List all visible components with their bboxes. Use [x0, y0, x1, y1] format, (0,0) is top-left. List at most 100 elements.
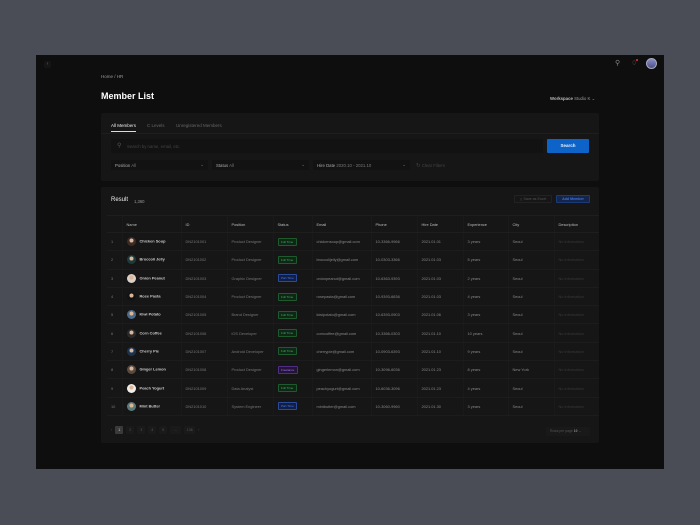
- cell-hire-date: 2021.01.06: [416, 305, 463, 325]
- cell-status: Part Time: [272, 269, 312, 288]
- table-row[interactable]: 7 Cherry Pie DN2101007 Android Developer Ful…: [107, 342, 599, 362]
- bell-icon[interactable]: ♢: [631, 59, 638, 67]
- cell-index: 10: [107, 397, 122, 416]
- cell-name: Kiwi Potato: [121, 305, 181, 325]
- avatar: [126, 237, 136, 247]
- save-as-excel-button[interactable]: △ Save as Excel: [514, 195, 552, 203]
- column-header-experience[interactable]: Experience: [462, 215, 508, 233]
- status-badge: Full Time: [277, 329, 297, 338]
- cell-email: onionpeanut@gmail.com: [311, 269, 371, 288]
- hire-date-select[interactable]: Hire Date 2020.10 - 2021.10 ⌄: [313, 160, 410, 170]
- page-button-1[interactable]: 1: [115, 426, 124, 434]
- column-header-email[interactable]: Email: [311, 215, 371, 233]
- cell-id: DN2101006: [180, 323, 227, 343]
- sidebar-toggle-button[interactable]: ›: [44, 61, 51, 68]
- table-row[interactable]: 10 Mint Butter DN2101010 System Engineer Par…: [107, 397, 599, 416]
- search-button[interactable]: Search: [547, 139, 589, 153]
- cell-phone: 10-3060-9960: [370, 397, 417, 416]
- cell-email: broccolijelly@gmail.com: [311, 250, 371, 270]
- clear-filters-button[interactable]: ↻ Clear Filters: [416, 163, 445, 169]
- breadcrumb-hr[interactable]: HR: [117, 74, 124, 79]
- member-name[interactable]: Mint Butter: [140, 403, 161, 408]
- result-card: Result 1,360 △ Save as Excel Add Member …: [101, 187, 599, 443]
- cell-position: Product Designer: [226, 232, 273, 252]
- member-name[interactable]: Kiwi Potato: [140, 312, 161, 317]
- breadcrumb-home[interactable]: Home: [101, 74, 113, 79]
- cell-id: DN2101010: [180, 397, 227, 416]
- member-name[interactable]: Cherry Pie: [140, 348, 159, 353]
- filter-card: All Members C Levels Unregistered Member…: [101, 113, 599, 181]
- column-header-name[interactable]: Name: [121, 215, 181, 233]
- table-row[interactable]: 6 Corn Coffee DN2101006 iOS Developer Full T…: [107, 323, 599, 343]
- cell-email: kiwipotato@gmail.com: [311, 305, 371, 325]
- cell-description: No information: [553, 232, 599, 252]
- save-as-excel-label: Save as Excel: [523, 197, 547, 201]
- column-header-hire-date[interactable]: Hire Date: [416, 215, 463, 233]
- page-button-ellipsis[interactable]: ...: [170, 426, 182, 434]
- status-badge: Full Time: [277, 255, 297, 264]
- member-name[interactable]: Ginger Lemon: [140, 367, 166, 372]
- workspace-selector[interactable]: Workspace Studio K ⌄: [550, 96, 595, 102]
- member-name[interactable]: Broccoli Jelly: [140, 257, 165, 262]
- column-header-status[interactable]: Status: [272, 215, 312, 233]
- cell-status: Part Time: [272, 397, 312, 416]
- add-member-button[interactable]: Add Member: [556, 195, 590, 203]
- member-name[interactable]: Peach Yogurt: [140, 385, 165, 390]
- position-select[interactable]: Position All ⌄: [111, 160, 208, 170]
- rows-per-page-select[interactable]: Rows per page 10 ⌄: [546, 427, 590, 436]
- cell-city: Seoul: [507, 287, 554, 307]
- table-row[interactable]: 8 Ginger Lemon DN2101008 Product Designer Fr…: [107, 360, 599, 380]
- column-header-description[interactable]: Description: [553, 215, 599, 233]
- cell-status: Full Time: [272, 232, 312, 252]
- avatar: [126, 383, 136, 393]
- cell-name: Cherry Pie: [121, 342, 181, 362]
- cell-phone: 10-6363-9393: [370, 269, 417, 288]
- status-badge: Freelance: [277, 365, 298, 374]
- cell-id: DN2101007: [180, 342, 227, 362]
- cell-experience: 9 years: [462, 342, 508, 362]
- cell-experience: 4 years: [462, 378, 508, 398]
- cell-index: 5: [107, 305, 122, 325]
- cell-id: DN2101004: [180, 287, 227, 307]
- member-name[interactable]: Chicken Soup: [140, 239, 166, 244]
- cell-hire-date: 2021.01.10: [416, 323, 463, 343]
- cell-name: Rose Pasta: [121, 287, 181, 307]
- cell-id: DN2101005: [180, 305, 227, 325]
- column-header-city[interactable]: City: [507, 215, 554, 233]
- cell-index: 4: [107, 287, 122, 307]
- column-header-position[interactable]: Position: [226, 215, 273, 233]
- search-input[interactable]: ⚲ Search by name, email, etc.: [111, 139, 543, 153]
- tab-c-levels[interactable]: C Levels: [147, 123, 165, 128]
- next-page-button[interactable]: ›: [198, 428, 199, 432]
- cell-email: rosepasta@gmail.com: [311, 287, 371, 307]
- cell-position: Product Designer: [226, 287, 273, 307]
- page-button-4[interactable]: 4: [148, 426, 157, 434]
- tab-all-members[interactable]: All Members: [111, 123, 137, 132]
- prev-page-button[interactable]: ‹: [111, 428, 112, 432]
- table-row[interactable]: 2 Broccoli Jelly DN2101002 Product Designer…: [107, 250, 599, 270]
- table-row[interactable]: 5 Kiwi Potato DN2101005 Brand Designer Full …: [107, 305, 599, 325]
- cell-position: Android Developer: [226, 342, 273, 362]
- search-icon[interactable]: ⚲: [615, 59, 620, 67]
- cell-phone: 10-0903-6393: [370, 342, 417, 362]
- page-button-3[interactable]: 3: [137, 426, 146, 434]
- cell-position: Data Analyst: [226, 378, 273, 398]
- page-button-5[interactable]: 5: [159, 426, 168, 434]
- table-row[interactable]: 9 Peach Yogurt DN2101009 Data Analyst Full T…: [107, 378, 599, 398]
- member-name[interactable]: Rose Pasta: [140, 294, 161, 299]
- column-header-phone[interactable]: Phone: [370, 215, 417, 233]
- tab-unregistered-members[interactable]: Unregistered Members: [176, 123, 222, 128]
- user-avatar[interactable]: [646, 58, 657, 69]
- cell-id: DN2101001: [180, 232, 227, 252]
- page-button-136[interactable]: 136: [184, 426, 196, 434]
- status-select[interactable]: Status All ⌄: [212, 160, 309, 170]
- column-header-id[interactable]: ID: [180, 215, 227, 233]
- table-row[interactable]: 1 Chicken Soup DN2101001 Product Designer Fu…: [107, 232, 599, 252]
- page-button-2[interactable]: 2: [126, 426, 135, 434]
- member-table: Name ID Position Status Email Phone Hire Date E…: [107, 215, 599, 416]
- member-name[interactable]: Corn Coffee: [140, 330, 162, 335]
- table-row[interactable]: 3 Onion Peanut DN2101003 Graphic Designer Pa…: [107, 269, 599, 288]
- member-name[interactable]: Onion Peanut: [140, 275, 165, 280]
- table-row[interactable]: 4 Rose Pasta DN2101004 Product Designer Full…: [107, 287, 599, 307]
- workspace-label: Workspace: [550, 96, 573, 101]
